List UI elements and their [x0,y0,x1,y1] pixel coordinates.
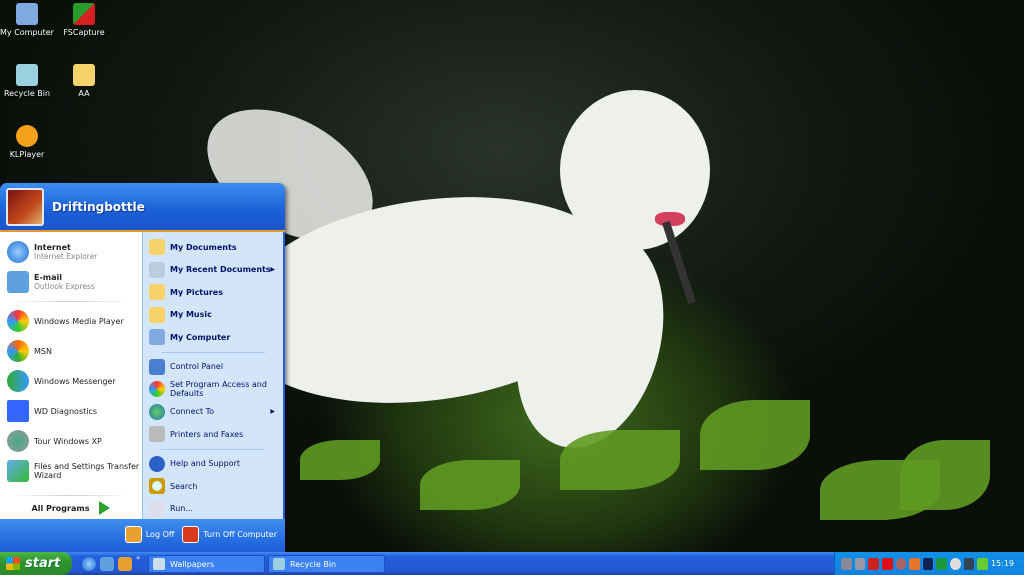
printers-and-faxes[interactable]: Printers and Faxes [143,423,283,446]
recycle-bin-icon [273,558,285,570]
pictures-folder-icon [149,284,165,301]
tour-xp-icon [7,430,29,452]
transfer-wizard-icon [7,460,29,482]
task-wallpapers[interactable]: Wallpapers [148,555,265,573]
power-icon [182,526,200,543]
system-tray: 15:19 [834,552,1024,575]
desktop-icon-aa-folder[interactable]: AA [54,64,114,98]
antivirus-icon[interactable] [868,557,879,570]
help-and-support[interactable]: Help and Support [143,453,283,476]
submenu-arrow-icon: ▶ [270,408,275,416]
place-my-documents[interactable]: My Documents [143,236,283,259]
outlook-express-icon [7,271,29,293]
run-icon [149,500,165,517]
display-icon[interactable] [963,557,975,570]
program-access-icon [149,381,165,398]
recycle-bin-icon [16,64,38,86]
recent-documents-icon [149,261,165,278]
quicklaunch-app-icon[interactable] [100,557,114,571]
start-menu: Driftingbottle Internet Internet Explorer… [0,183,285,552]
desktop-icon-klplayer[interactable]: KLPlayer [0,125,57,159]
pinned-email[interactable]: E-mail Outlook Express [0,267,142,297]
separator [12,301,130,302]
klplayer-icon [16,125,38,147]
start-menu-left: Internet Internet Explorer E-mail Outlook … [0,232,142,519]
place-my-pictures[interactable]: My Pictures [143,281,283,304]
separator [161,448,265,450]
quicklaunch-more-button[interactable]: » [136,554,140,562]
quicklaunch-tool-icon[interactable] [118,557,132,571]
globe-icon [149,403,165,420]
computer-icon [149,329,165,346]
network-disconnected-icon[interactable] [841,557,852,570]
wallpapers-icon [153,558,165,570]
internet-explorer-icon [7,241,29,263]
clock[interactable]: 15:19 [991,559,1014,568]
place-my-computer[interactable]: My Computer [143,326,283,349]
music-folder-icon [149,306,165,323]
run[interactable]: Run... [143,498,283,521]
folder-icon [73,64,95,86]
turn-off-button[interactable]: Turn Off Computer [182,526,277,543]
messenger-icon [7,370,29,392]
recent-wd-diagnostics[interactable]: WD Diagnostics [0,396,142,426]
start-menu-footer: Log Off Turn Off Computer [0,519,285,550]
wifi-icon[interactable] [950,557,961,570]
user-avatar[interactable] [6,187,44,226]
recent-windows-messenger[interactable]: Windows Messenger [0,366,142,396]
desktop-icon-recycle-bin[interactable]: Recycle Bin [0,64,57,98]
recent-files-settings-transfer[interactable]: Files and Settings Transfer Wizard [0,456,142,486]
documents-folder-icon [149,239,165,256]
recent-tour-windows-xp[interactable]: Tour Windows XP [0,426,142,456]
quicklaunch-ie-icon[interactable] [82,557,96,571]
printer-icon [149,426,165,443]
desktop-icon-fscapture[interactable]: FSCapture [54,3,114,37]
key-icon [124,526,142,543]
windows-logo-icon [6,557,20,570]
wd-diagnostics-icon [7,400,29,422]
recent-msn[interactable]: MSN [0,336,142,366]
start-button[interactable]: start [0,552,72,575]
msn-butterfly-icon [7,340,29,362]
pinned-internet[interactable]: Internet Internet Explorer [0,237,142,267]
separator [161,351,265,353]
task-recycle-bin[interactable]: Recycle Bin [268,555,385,573]
help-icon [149,455,165,472]
log-off-button[interactable]: Log Off [124,526,174,543]
submenu-arrow-icon: ▶ [270,266,275,274]
tray-orange-icon[interactable] [909,557,920,570]
place-my-recent-documents[interactable]: My Recent Documents ▶ [143,259,283,282]
all-programs-button[interactable]: All Programs [0,495,142,515]
green-arrow-icon [99,501,111,515]
fscapture-icon [73,3,95,25]
start-menu-right: My Documents My Recent Documents ▶ My Pic… [142,232,283,519]
search-icon [149,478,165,495]
search[interactable]: Search [143,475,283,498]
shield-icon[interactable] [977,557,988,570]
tray-app-icon[interactable] [895,557,907,570]
control-panel-icon [149,358,165,375]
desktop-icon-my-computer[interactable]: My Computer [0,3,57,37]
connect-to[interactable]: Connect To ▶ [143,401,283,424]
media-player-icon [7,310,29,332]
place-my-music[interactable]: My Music [143,304,283,327]
control-panel[interactable]: Control Panel [143,356,283,379]
start-menu-header: Driftingbottle [0,183,285,232]
set-program-access[interactable]: Set Program Access and Defaults [143,378,283,401]
sync-icon[interactable] [936,557,947,570]
kaspersky-icon[interactable] [881,557,893,570]
network-icon[interactable] [854,557,866,570]
battery-icon[interactable] [922,557,934,570]
user-name: Driftingbottle [52,199,145,214]
taskbar: start » Wallpapers Recycle Bin 15:19 [0,552,1024,575]
computer-icon [16,3,38,25]
recent-windows-media-player[interactable]: Windows Media Player [0,306,142,336]
